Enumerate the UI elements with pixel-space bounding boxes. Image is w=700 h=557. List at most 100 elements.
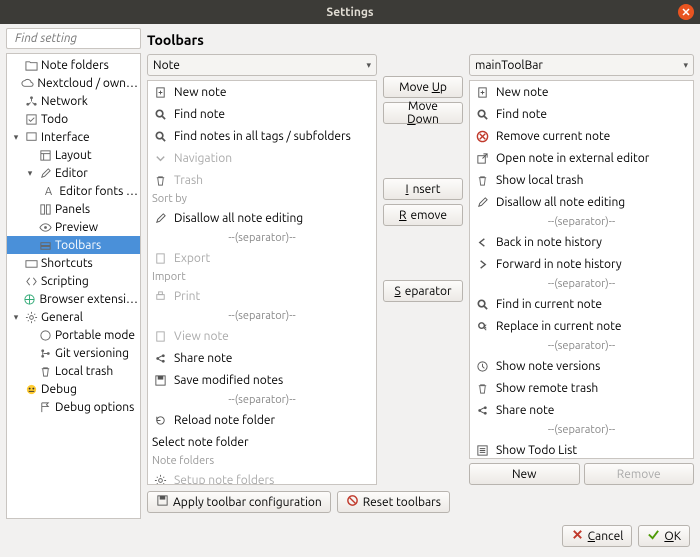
trash-icon — [474, 380, 490, 396]
tree-item-general[interactable]: ▾General — [7, 308, 140, 326]
list-item[interactable]: Find in current note — [470, 293, 693, 315]
list-item[interactable]: Reload note folder — [148, 409, 376, 431]
available-actions-list[interactable]: New noteFind noteFind notes in all tags … — [147, 80, 377, 485]
tree-item-portable-mode[interactable]: Portable mode — [7, 326, 140, 344]
insert-button[interactable]: Insert — [383, 178, 463, 200]
separator-item[interactable]: --(separator)-- — [470, 421, 693, 439]
ok-icon — [647, 528, 660, 544]
list-item[interactable]: Show remote trash — [470, 377, 693, 399]
cancel-button[interactable]: Cancel — [562, 525, 633, 547]
script-icon — [24, 274, 38, 288]
search-box[interactable] — [6, 28, 141, 49]
close-button[interactable] — [678, 4, 694, 20]
list-item[interactable]: Replace in current note — [470, 315, 693, 337]
tree-item-toolbars[interactable]: Toolbars — [7, 236, 140, 254]
source-combo[interactable]: Note ▾ — [147, 54, 377, 76]
list-item[interactable]: Show note versions — [470, 355, 693, 377]
list-item[interactable]: New note — [148, 81, 376, 103]
git-icon — [38, 346, 52, 360]
toolbar-actions-list[interactable]: New noteFind noteRemove current noteOpen… — [469, 80, 694, 459]
list-item[interactable]: Find notes in all tags / subfolders — [148, 125, 376, 147]
list-item[interactable]: Disallow all note editing — [148, 207, 376, 229]
gear-icon — [152, 472, 168, 485]
settings-tree[interactable]: Note foldersNextcloud / own…NetworkTodo▾… — [6, 53, 141, 519]
tree-item-panels[interactable]: Panels — [7, 200, 140, 218]
reload-icon — [152, 412, 168, 428]
list-item[interactable]: Share note — [148, 347, 376, 369]
find-icon — [152, 106, 168, 122]
separator-item[interactable]: --(separator)-- — [148, 391, 376, 409]
tree-item-interface[interactable]: ▾Interface — [7, 128, 140, 146]
usb-icon — [38, 328, 52, 342]
separator-item[interactable]: --(separator)-- — [148, 307, 376, 325]
list-item: Navigation — [148, 147, 376, 169]
export-icon — [152, 250, 168, 266]
list-item[interactable]: New note — [470, 81, 693, 103]
tree-item-layout[interactable]: Layout — [7, 146, 140, 164]
separator-item[interactable]: --(separator)-- — [470, 337, 693, 355]
move-down-button[interactable]: Move Down — [383, 102, 463, 124]
tree-item-browser-extensi-[interactable]: Browser extensi… — [7, 290, 140, 308]
remove-toolbar-button[interactable]: Remove — [584, 463, 695, 485]
find-icon — [474, 296, 490, 312]
flag-icon — [38, 400, 52, 414]
list-item[interactable]: Forward in note history — [470, 253, 693, 275]
list-item[interactable]: Find note — [470, 103, 693, 125]
preview-icon — [38, 220, 52, 234]
list-item[interactable]: Share note — [470, 399, 693, 421]
tree-item-todo[interactable]: Todo — [7, 110, 140, 128]
share-icon — [152, 350, 168, 366]
remove-icon — [474, 128, 490, 144]
apply-config-button[interactable]: Apply toolbar configuration — [147, 491, 331, 513]
tree-item-scripting[interactable]: Scripting — [7, 272, 140, 290]
list-item[interactable]: Remove current note — [470, 125, 693, 147]
tree-item-preview[interactable]: Preview — [7, 218, 140, 236]
separator-item[interactable]: --(separator)-- — [148, 229, 376, 247]
list-item: Setup note folders — [148, 469, 376, 485]
list-item[interactable]: Show Todo List — [470, 439, 693, 459]
window-title: Settings — [326, 6, 373, 19]
search-input[interactable] — [15, 32, 166, 45]
list-item[interactable]: Back in note history — [470, 231, 693, 253]
list-item[interactable]: Disallow all note editing — [470, 191, 693, 213]
tree-item-editor-fonts-[interactable]: AEditor fonts … — [7, 182, 140, 200]
reset-toolbars-button[interactable]: Reset toolbars — [337, 491, 450, 513]
tree-item-editor[interactable]: ▾Editor — [7, 164, 140, 182]
panels-icon — [38, 202, 52, 216]
tree-item-network[interactable]: Network — [7, 92, 140, 110]
newnote-icon — [474, 84, 490, 100]
move-up-button[interactable]: Move Up — [383, 76, 463, 98]
target-combo[interactable]: mainToolBar ▾ — [469, 54, 694, 76]
list-item[interactable]: Save modified notes — [148, 369, 376, 391]
tree-item-shortcuts[interactable]: Shortcuts — [7, 254, 140, 272]
list-item[interactable]: Select note folder — [148, 431, 376, 453]
tree-item-debug-options[interactable]: Debug options — [7, 398, 140, 416]
external-icon — [474, 150, 490, 166]
separator-item[interactable]: --(separator)-- — [470, 275, 693, 293]
new-toolbar-button[interactable]: New — [469, 463, 580, 485]
ok-button[interactable]: OK — [638, 525, 690, 547]
check-icon — [24, 112, 38, 126]
tree-item-nextcloud-own-[interactable]: Nextcloud / own… — [7, 74, 140, 92]
separator-button[interactable]: Separator — [383, 280, 463, 302]
apply-icon — [156, 494, 169, 510]
separator-item[interactable]: --(separator)-- — [470, 213, 693, 231]
todo-icon — [474, 442, 490, 458]
list-item: Print — [148, 285, 376, 307]
list-item[interactable]: Find note — [148, 103, 376, 125]
list-item: Trash — [148, 169, 376, 191]
list-item[interactable]: Open note in external editor — [470, 147, 693, 169]
list-heading: Note folders — [148, 453, 376, 469]
list-item: Export — [148, 247, 376, 269]
tree-item-note-folders[interactable]: Note folders — [7, 56, 140, 74]
remove-button[interactable]: Remove — [383, 204, 463, 226]
tree-item-git-versioning[interactable]: Git versioning — [7, 344, 140, 362]
debug-icon — [24, 382, 38, 396]
chevron-down-icon: ▾ — [683, 60, 688, 71]
gear-icon — [24, 310, 38, 324]
toolbar-icon — [38, 238, 52, 252]
list-item[interactable]: Show local trash — [470, 169, 693, 191]
tree-item-debug[interactable]: Debug — [7, 380, 140, 398]
editor-icon — [38, 166, 52, 180]
tree-item-local-trash[interactable]: Local trash — [7, 362, 140, 380]
